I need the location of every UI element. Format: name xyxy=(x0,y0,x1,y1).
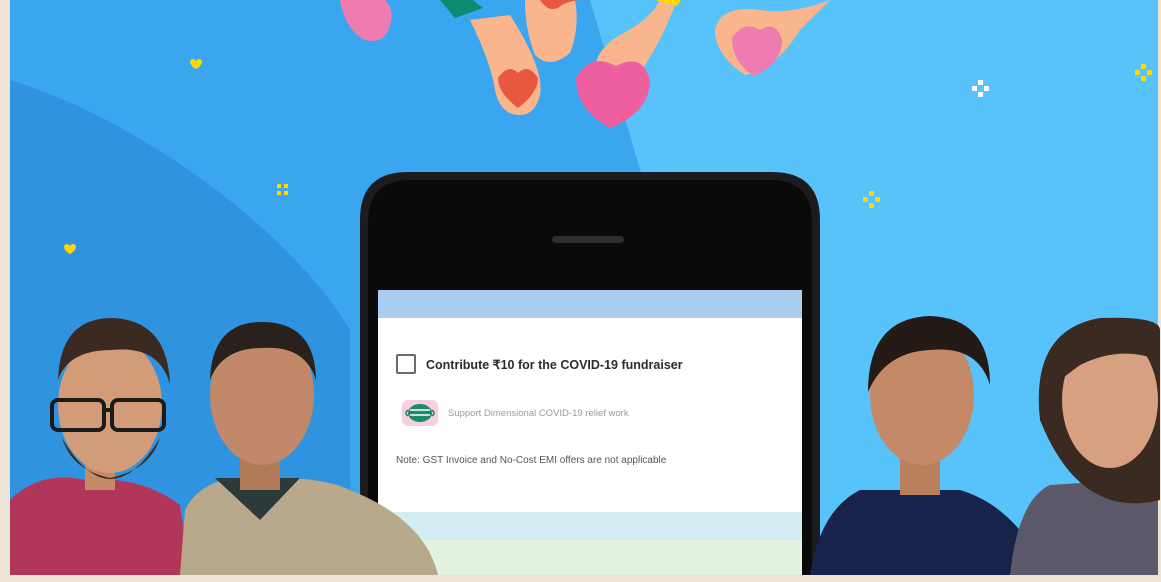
illustration xyxy=(0,0,1161,582)
support-info-row: Support Dimensional COVID-19 relief work xyxy=(402,398,629,428)
fundraiser-checkbox-label: Contribute ₹10 for the COVID-19 fundrais… xyxy=(426,357,683,372)
fundraiser-option[interactable]: Contribute ₹10 for the COVID-19 fundrais… xyxy=(396,354,683,374)
hero-banner: Contribute ₹10 for the COVID-19 fundrais… xyxy=(0,0,1161,582)
fundraiser-checkbox[interactable] xyxy=(396,354,416,374)
offer-note: Note: GST Invoice and No-Cost EMI offers… xyxy=(396,455,667,466)
support-text: Support Dimensional COVID-19 relief work xyxy=(448,407,629,419)
face-mask-icon xyxy=(402,400,438,426)
